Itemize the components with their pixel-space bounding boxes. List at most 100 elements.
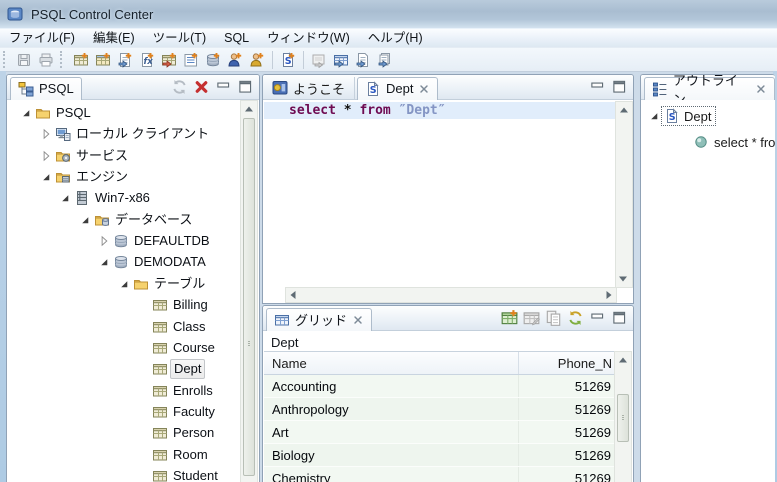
minimize-view-button[interactable]	[588, 309, 607, 327]
new-group-button[interactable]	[246, 49, 268, 70]
delete-button[interactable]	[192, 78, 211, 96]
tree-item-データベース[interactable]: データベース	[7, 210, 242, 230]
refresh-grid-button[interactable]	[566, 309, 585, 327]
copy-button[interactable]	[544, 309, 563, 327]
new-procedure-button[interactable]	[180, 49, 202, 70]
expanded-arrow-icon[interactable]	[58, 191, 72, 205]
editor-vscrollbar[interactable]	[615, 101, 633, 288]
new-view-button[interactable]	[92, 49, 114, 70]
collapsed-arrow-icon[interactable]	[39, 127, 53, 141]
export-document-button[interactable]	[352, 49, 374, 70]
refresh-button[interactable]	[170, 78, 189, 96]
cell-name[interactable]: Biology	[264, 444, 519, 466]
maximize-view-button[interactable]	[610, 78, 629, 96]
cell-name[interactable]: Chemistry	[264, 467, 519, 482]
tree-item-Faculty[interactable]: Faculty	[7, 402, 242, 422]
close-tab-icon[interactable]	[755, 83, 767, 95]
tree-item-Billing[interactable]: Billing	[7, 295, 242, 315]
tab-welcome[interactable]: ようこそ	[263, 77, 355, 99]
tree-item-Win7-x86[interactable]: Win7-x86	[7, 188, 242, 208]
cell-phone[interactable]: 51269	[519, 398, 616, 420]
menu-item-sql[interactable]: SQL	[215, 29, 258, 47]
edit-record-button[interactable]	[522, 309, 541, 327]
column-header-name[interactable]: Name	[264, 352, 519, 374]
export-all-button[interactable]	[374, 49, 396, 70]
expanded-arrow-icon[interactable]	[647, 109, 661, 123]
grid-row-biology[interactable]: Biology51269	[264, 444, 616, 467]
cell-phone[interactable]: 51269	[519, 467, 616, 482]
grid-row-accounting[interactable]: Accounting51269	[264, 375, 616, 398]
minimize-view-button[interactable]	[214, 78, 233, 96]
tab-grid[interactable]: グリッド	[266, 308, 372, 331]
explorer-scrollbar[interactable]	[240, 100, 258, 482]
scroll-up-icon[interactable]	[617, 103, 631, 117]
scroll-up-icon[interactable]	[616, 353, 630, 367]
cell-name[interactable]: Accounting	[264, 375, 519, 397]
title-bar[interactable]: PSQL Control Center	[0, 0, 777, 29]
cell-phone[interactable]: 51269	[519, 375, 616, 397]
maximize-view-button[interactable]	[610, 309, 629, 327]
expanded-arrow-icon[interactable]	[19, 106, 33, 120]
maximize-view-button[interactable]	[236, 78, 255, 96]
new-script-button[interactable]	[114, 49, 136, 70]
scroll-left-icon[interactable]	[286, 288, 300, 302]
menu-item-t[interactable]: ツール(T)	[144, 29, 215, 47]
menu-item-w[interactable]: ウィンドウ(W)	[258, 29, 359, 47]
cell-name[interactable]: Art	[264, 421, 519, 443]
tree-item-テーブル[interactable]: テーブル	[7, 274, 242, 294]
tab-psql-explorer[interactable]: PSQL	[10, 77, 82, 100]
scroll-down-icon[interactable]	[616, 272, 630, 286]
menu-item-f[interactable]: ファイル(F)	[0, 29, 84, 47]
tree-item-サービス[interactable]: サービス	[7, 146, 242, 166]
menu-item-h[interactable]: ヘルプ(H)	[359, 29, 432, 47]
tree-item-DEFAULTDB[interactable]: DEFAULTDB	[7, 231, 242, 251]
collapsed-arrow-icon[interactable]	[97, 234, 111, 248]
tree-item-Room[interactable]: Room	[7, 445, 242, 465]
tab-outline[interactable]: アウトライン	[644, 77, 775, 100]
scrollbar-thumb[interactable]	[243, 118, 255, 476]
sql-editor[interactable]: select * from ″Dept″	[263, 100, 633, 303]
export-grid-button[interactable]	[330, 49, 352, 70]
tab-dept-editor[interactable]: S Dept	[357, 77, 438, 100]
tree-item-DEMODATA[interactable]: DEMODATA	[7, 252, 242, 272]
cell-phone[interactable]: 51269	[519, 421, 616, 443]
grid-row-anthropology[interactable]: Anthropology51269	[264, 398, 616, 421]
new-user-button[interactable]	[224, 49, 246, 70]
new-table-button[interactable]	[70, 49, 92, 70]
tree-item-Enrolls[interactable]: Enrolls	[7, 381, 242, 401]
grid-scrollbar[interactable]	[614, 351, 632, 482]
expanded-arrow-icon[interactable]	[39, 170, 53, 184]
tree-item-Person[interactable]: Person	[7, 423, 242, 443]
outline-statement-item[interactable]: select * from	[693, 132, 775, 152]
scroll-up-icon[interactable]	[242, 102, 256, 116]
cell-phone[interactable]: 51269	[519, 444, 616, 466]
scroll-right-icon[interactable]	[602, 288, 616, 302]
tree-item-Course[interactable]: Course	[7, 338, 242, 358]
result-grid[interactable]: Name Phone_N Accounting51269Anthropology…	[264, 351, 616, 482]
new-function-button[interactable]: fx	[136, 49, 158, 70]
new-database-button[interactable]	[202, 49, 224, 70]
outline-root-item[interactable]: S Dept	[647, 106, 716, 126]
tree-item-Student[interactable]: Student	[7, 466, 242, 482]
minimize-view-button[interactable]	[588, 78, 607, 96]
new-trigger-button[interactable]	[158, 49, 180, 70]
tree-item-Class[interactable]: Class	[7, 317, 242, 337]
expanded-arrow-icon[interactable]	[97, 255, 111, 269]
collapsed-arrow-icon[interactable]	[39, 149, 53, 163]
expanded-arrow-icon[interactable]	[78, 213, 92, 227]
add-record-button[interactable]	[500, 309, 519, 327]
tree-item-PSQL[interactable]: PSQL	[7, 103, 242, 123]
grid-row-art[interactable]: Art51269	[264, 421, 616, 444]
editor-hscrollbar[interactable]	[285, 287, 617, 303]
cell-name[interactable]: Anthropology	[264, 398, 519, 420]
column-header-phone[interactable]: Phone_N	[519, 352, 616, 374]
new-sql-document-button[interactable]: S	[277, 49, 299, 70]
expanded-arrow-icon[interactable]	[117, 277, 131, 291]
tree-item-Dept[interactable]: Dept	[7, 359, 242, 379]
scrollbar-thumb[interactable]	[617, 394, 629, 442]
close-tab-icon[interactable]	[418, 83, 430, 95]
grid-row-chemistry[interactable]: Chemistry51269	[264, 467, 616, 482]
menu-item-e[interactable]: 編集(E)	[84, 29, 144, 47]
tree-item-エンジン[interactable]: エンジン	[7, 167, 242, 187]
tree-item-ローカル-クライアント[interactable]: ローカル クライアント	[7, 124, 242, 144]
